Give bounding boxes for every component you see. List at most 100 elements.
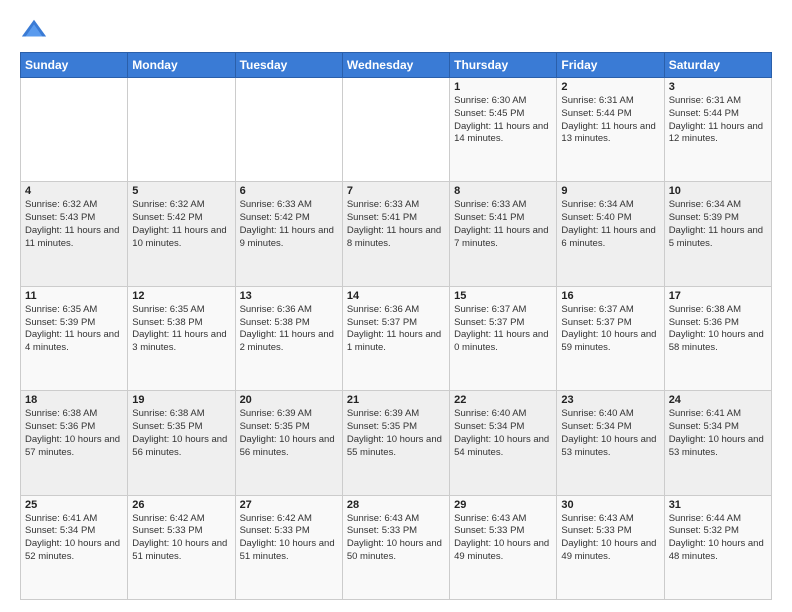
calendar-cell bbox=[342, 78, 449, 182]
day-number: 25 bbox=[25, 499, 123, 511]
day-info: Sunrise: 6:43 AM bbox=[561, 513, 659, 526]
day-info: Daylight: 11 hours and 2 minutes. bbox=[240, 329, 338, 355]
day-number: 10 bbox=[669, 185, 767, 197]
calendar-cell: 8Sunrise: 6:33 AMSunset: 5:41 PMDaylight… bbox=[450, 182, 557, 286]
day-info: Daylight: 11 hours and 13 minutes. bbox=[561, 121, 659, 147]
day-number: 21 bbox=[347, 394, 445, 406]
day-info: Daylight: 10 hours and 57 minutes. bbox=[25, 434, 123, 460]
day-info: Sunset: 5:33 PM bbox=[347, 525, 445, 538]
day-info: Daylight: 10 hours and 59 minutes. bbox=[561, 329, 659, 355]
day-info: Sunset: 5:34 PM bbox=[25, 525, 123, 538]
day-info: Daylight: 11 hours and 5 minutes. bbox=[669, 225, 767, 251]
day-number: 11 bbox=[25, 290, 123, 302]
calendar-cell: 18Sunrise: 6:38 AMSunset: 5:36 PMDayligh… bbox=[21, 391, 128, 495]
day-info: Daylight: 10 hours and 54 minutes. bbox=[454, 434, 552, 460]
day-info: Sunrise: 6:43 AM bbox=[347, 513, 445, 526]
day-info: Sunset: 5:38 PM bbox=[240, 317, 338, 330]
day-info: Sunrise: 6:41 AM bbox=[25, 513, 123, 526]
day-info: Sunrise: 6:36 AM bbox=[347, 304, 445, 317]
day-info: Sunset: 5:38 PM bbox=[132, 317, 230, 330]
calendar-cell: 28 Sunrise: 6:43 AMSunset: 5:33 PMDayligh… bbox=[342, 495, 449, 599]
day-number: 24 bbox=[669, 394, 767, 406]
calendar-week-row: 4Sunrise: 6:32 AMSunset: 5:43 PMDaylight… bbox=[21, 182, 772, 286]
day-info: Daylight: 11 hours and 12 minutes. bbox=[669, 121, 767, 147]
calendar-cell: 20Sunrise: 6:39 AMSunset: 5:35 PMDayligh… bbox=[235, 391, 342, 495]
day-number: 18 bbox=[25, 394, 123, 406]
day-info: Sunrise: 6:32 AM bbox=[25, 199, 123, 212]
day-info: Daylight: 10 hours and 58 minutes. bbox=[669, 329, 767, 355]
calendar-header-friday: Friday bbox=[557, 53, 664, 78]
day-info: Daylight: 10 hours and 52 minutes. bbox=[25, 538, 123, 564]
day-info: Sunset: 5:33 PM bbox=[240, 525, 338, 538]
day-number: 4 bbox=[25, 185, 123, 197]
day-number: 27 bbox=[240, 499, 338, 511]
calendar-cell bbox=[128, 78, 235, 182]
day-number: 16 bbox=[561, 290, 659, 302]
day-info: Sunrise: 6:40 AM bbox=[561, 408, 659, 421]
day-number: 8 bbox=[454, 185, 552, 197]
calendar-cell: 1 Sunrise: 6:30 AMSunset: 5:45 PMDaylight… bbox=[450, 78, 557, 182]
day-info: Sunrise: 6:31 AM bbox=[669, 95, 767, 108]
calendar-week-row: 25Sunrise: 6:41 AMSunset: 5:34 PMDayligh… bbox=[21, 495, 772, 599]
day-info: Sunrise: 6:34 AM bbox=[561, 199, 659, 212]
day-info: Sunset: 5:33 PM bbox=[132, 525, 230, 538]
day-info: Sunrise: 6:38 AM bbox=[669, 304, 767, 317]
calendar-cell: 26 Sunrise: 6:42 AMSunset: 5:33 PMDayligh… bbox=[128, 495, 235, 599]
day-info: Daylight: 11 hours and 1 minute. bbox=[347, 329, 445, 355]
calendar-header-sunday: Sunday bbox=[21, 53, 128, 78]
day-info: Daylight: 11 hours and 14 minutes. bbox=[454, 121, 552, 147]
day-number: 3 bbox=[669, 81, 767, 93]
day-info: Daylight: 11 hours and 11 minutes. bbox=[25, 225, 123, 251]
day-number: 19 bbox=[132, 394, 230, 406]
calendar-week-row: 11Sunrise: 6:35 AMSunset: 5:39 PMDayligh… bbox=[21, 286, 772, 390]
day-info: Sunset: 5:34 PM bbox=[454, 421, 552, 434]
day-info: Sunrise: 6:43 AM bbox=[454, 513, 552, 526]
day-info: Sunset: 5:37 PM bbox=[561, 317, 659, 330]
calendar-header-tuesday: Tuesday bbox=[235, 53, 342, 78]
day-info: Sunset: 5:44 PM bbox=[561, 108, 659, 121]
day-info: Daylight: 10 hours and 55 minutes. bbox=[347, 434, 445, 460]
day-info: Sunrise: 6:35 AM bbox=[132, 304, 230, 317]
day-info: Daylight: 11 hours and 3 minutes. bbox=[132, 329, 230, 355]
day-number: 2 bbox=[561, 81, 659, 93]
day-info: Daylight: 11 hours and 0 minutes. bbox=[454, 329, 552, 355]
day-info: Sunset: 5:45 PM bbox=[454, 108, 552, 121]
calendar-cell: 27 Sunrise: 6:42 AMSunset: 5:33 PMDayligh… bbox=[235, 495, 342, 599]
calendar-cell: 19Sunrise: 6:38 AMSunset: 5:35 PMDayligh… bbox=[128, 391, 235, 495]
day-info: Sunrise: 6:32 AM bbox=[132, 199, 230, 212]
day-info: Daylight: 10 hours and 50 minutes. bbox=[347, 538, 445, 564]
day-info: Sunset: 5:37 PM bbox=[347, 317, 445, 330]
day-info: Sunrise: 6:37 AM bbox=[454, 304, 552, 317]
calendar-header-row: SundayMondayTuesdayWednesdayThursdayFrid… bbox=[21, 53, 772, 78]
day-info: Sunrise: 6:30 AM bbox=[454, 95, 552, 108]
day-info: Sunset: 5:33 PM bbox=[561, 525, 659, 538]
day-info: Daylight: 11 hours and 8 minutes. bbox=[347, 225, 445, 251]
day-info: Sunrise: 6:38 AM bbox=[25, 408, 123, 421]
day-info: Daylight: 10 hours and 51 minutes. bbox=[132, 538, 230, 564]
day-info: Sunset: 5:44 PM bbox=[669, 108, 767, 121]
day-info: Sunrise: 6:33 AM bbox=[347, 199, 445, 212]
day-number: 17 bbox=[669, 290, 767, 302]
day-info: Sunset: 5:39 PM bbox=[25, 317, 123, 330]
calendar-cell: 25 Sunrise: 6:41 AMSunset: 5:34 PMDayligh… bbox=[21, 495, 128, 599]
day-info: Sunset: 5:37 PM bbox=[454, 317, 552, 330]
day-info: Sunrise: 6:42 AM bbox=[132, 513, 230, 526]
day-info: Sunrise: 6:39 AM bbox=[240, 408, 338, 421]
calendar-header-thursday: Thursday bbox=[450, 53, 557, 78]
day-info: Sunset: 5:41 PM bbox=[347, 212, 445, 225]
day-info: Sunrise: 6:42 AM bbox=[240, 513, 338, 526]
day-number: 26 bbox=[132, 499, 230, 511]
day-number: 22 bbox=[454, 394, 552, 406]
day-info: Sunset: 5:40 PM bbox=[561, 212, 659, 225]
day-number: 28 bbox=[347, 499, 445, 511]
calendar-week-row: 1Sunrise: 6:30 AMSunset: 5:45 PMDaylight… bbox=[21, 78, 772, 182]
day-number: 5 bbox=[132, 185, 230, 197]
header bbox=[20, 16, 772, 44]
calendar-cell: 2 Sunrise: 6:31 AMSunset: 5:44 PMDaylight… bbox=[557, 78, 664, 182]
calendar-cell: 22Sunrise: 6:40 AMSunset: 5:34 PMDayligh… bbox=[450, 391, 557, 495]
day-info: Sunrise: 6:31 AM bbox=[561, 95, 659, 108]
day-info: Daylight: 10 hours and 51 minutes. bbox=[240, 538, 338, 564]
calendar-header-saturday: Saturday bbox=[664, 53, 771, 78]
day-info: Sunrise: 6:35 AM bbox=[25, 304, 123, 317]
day-number: 1 bbox=[454, 81, 552, 93]
